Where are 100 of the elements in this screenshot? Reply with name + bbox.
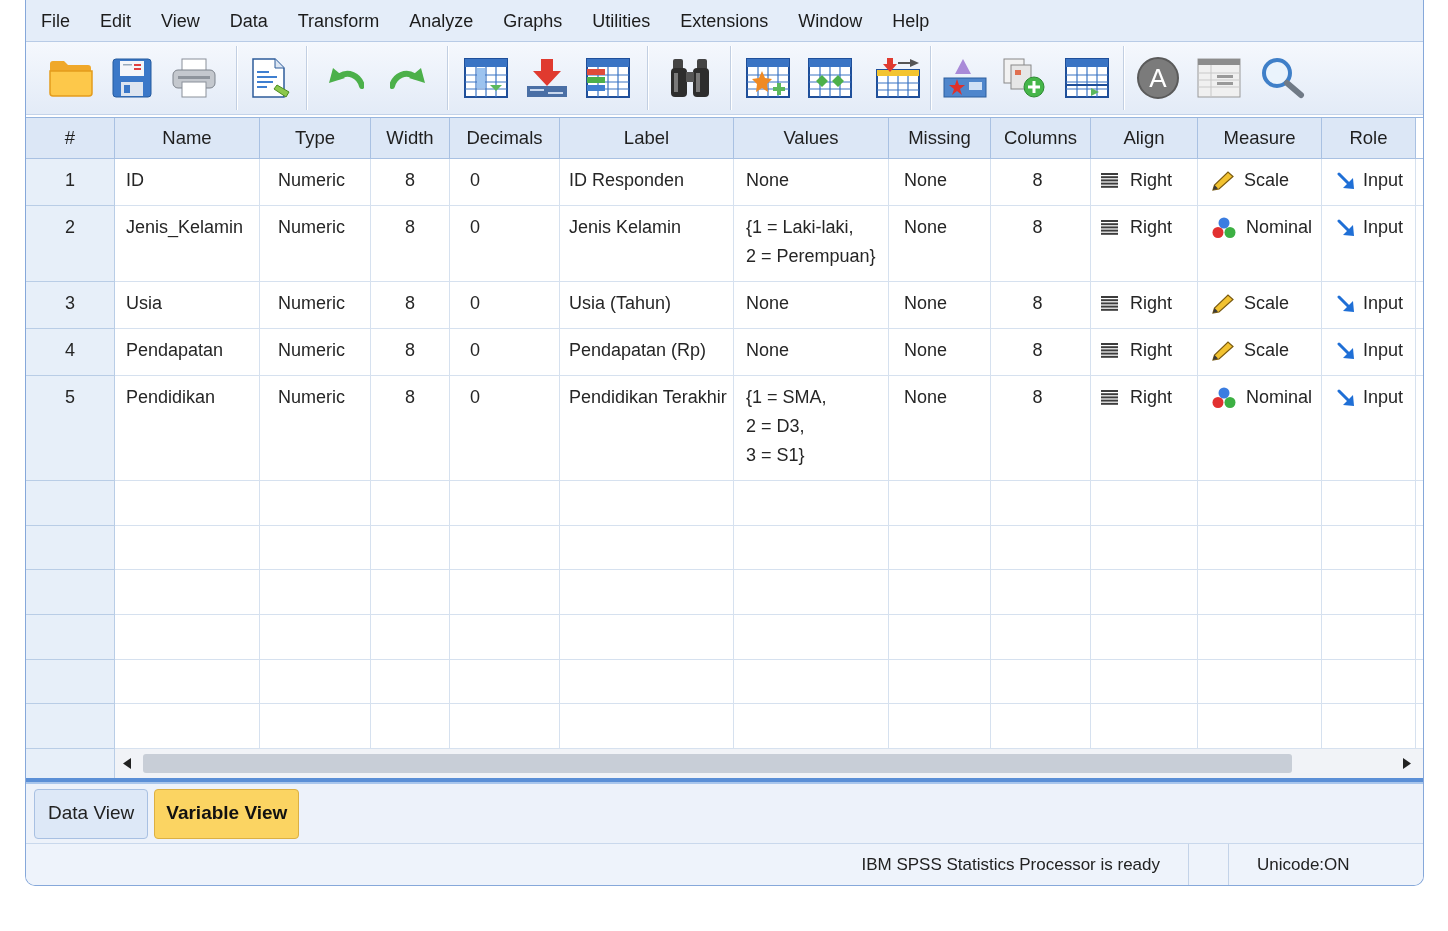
- table-cell: None: [889, 282, 991, 329]
- document-pencil-icon[interactable]: [250, 58, 290, 98]
- row-header[interactable]: 2: [26, 206, 115, 282]
- table-cell: Numeric: [260, 206, 371, 282]
- menu-item[interactable]: Transform: [282, 5, 395, 36]
- left-arrow-icon[interactable]: [123, 758, 131, 769]
- column-header: Align: [1091, 118, 1198, 159]
- colored-balls-icon: [1212, 217, 1236, 239]
- colored-rows-table-icon[interactable]: [586, 58, 630, 98]
- measure-label: Nominal: [1246, 216, 1313, 239]
- undo-icon[interactable]: [328, 66, 364, 90]
- table-cell: Usia (Tahun): [560, 282, 734, 329]
- table-cell: Numeric: [260, 159, 371, 206]
- sheet-tab[interactable]: Variable View: [154, 788, 300, 839]
- column-header: #: [26, 118, 115, 159]
- encoding-status: Unicode:ON: [1257, 853, 1350, 876]
- column-header: Label: [560, 118, 734, 159]
- row-header[interactable]: 5: [26, 376, 115, 481]
- role-label: Input: [1363, 339, 1404, 362]
- measure-label: Scale: [1244, 169, 1290, 192]
- circle-letter-button[interactable]: A: [1137, 57, 1179, 99]
- table-cell: Numeric: [260, 282, 371, 329]
- column-header: Columns: [991, 118, 1091, 159]
- row-header[interactable]: 4: [26, 329, 115, 376]
- table-cell: 0: [450, 282, 560, 329]
- arrow-icon: [1337, 342, 1355, 360]
- table-cell: Jenis Kelamin: [560, 206, 734, 282]
- row-header[interactable]: 1: [26, 159, 115, 206]
- table-insert-icon[interactable]: [876, 58, 920, 98]
- table-cell: 8: [371, 282, 450, 329]
- search-icon[interactable]: [1261, 57, 1305, 99]
- menu-item[interactable]: Graphs: [488, 5, 578, 36]
- menu-item[interactable]: File: [26, 5, 85, 36]
- align-label: Right: [1130, 216, 1173, 239]
- table-cell: 0: [450, 376, 560, 481]
- column-header: Type: [260, 118, 371, 159]
- align-right-icon: [1101, 390, 1118, 405]
- table-cell: 0: [450, 206, 560, 282]
- pencil-icon: [1212, 341, 1234, 361]
- table-cell: 0: [450, 329, 560, 376]
- measure-label: Scale: [1244, 339, 1290, 362]
- menu-item[interactable]: Utilities: [577, 5, 666, 36]
- table-cell: None: [889, 376, 991, 481]
- printer-icon[interactable]: [172, 58, 216, 98]
- table-list-icon[interactable]: [1197, 58, 1241, 98]
- table-grid-icon[interactable]: [464, 58, 508, 98]
- folder-icon[interactable]: [49, 59, 93, 97]
- table-cell: None: [889, 206, 991, 282]
- table-cell: 8: [991, 329, 1091, 376]
- role-label: Input: [1363, 169, 1404, 192]
- download-arrow-icon[interactable]: [525, 58, 569, 98]
- align-right-icon: [1101, 343, 1118, 358]
- pencil-icon: [1212, 171, 1234, 191]
- documents-plus-icon[interactable]: [1002, 58, 1046, 98]
- menu-item[interactable]: Edit: [85, 5, 147, 36]
- arrow-icon: [1337, 172, 1355, 190]
- binoculars-icon[interactable]: [670, 58, 710, 98]
- table-cell: 8: [371, 206, 450, 282]
- measure-label: Nominal: [1246, 386, 1313, 409]
- align-label: Right: [1130, 386, 1173, 409]
- pencil-icon: [1212, 294, 1234, 314]
- column-header: Role: [1322, 118, 1416, 159]
- row-header[interactable]: 3: [26, 282, 115, 329]
- table-grid-icon[interactable]: [808, 58, 852, 98]
- role-label: Input: [1363, 386, 1404, 409]
- role-label: Input: [1363, 292, 1404, 315]
- right-arrow-icon[interactable]: [1403, 758, 1411, 769]
- table-cell: Pendidikan: [115, 376, 260, 481]
- menu-item[interactable]: Data: [214, 5, 283, 36]
- table-cell: Numeric: [260, 329, 371, 376]
- table-cell: {1 = SMA, 2 = D3, 3 = S1}: [734, 376, 889, 481]
- table-cell: None: [734, 159, 889, 206]
- align-right-icon: [1101, 220, 1118, 235]
- column-header: Decimals: [450, 118, 560, 159]
- table-cell: 8: [371, 329, 450, 376]
- column-header: Name: [115, 118, 260, 159]
- table-cell: 8: [991, 282, 1091, 329]
- table-cell: None: [734, 329, 889, 376]
- sheet-tab[interactable]: Data View: [34, 788, 149, 839]
- scrollbar-thumb[interactable]: [143, 754, 1292, 773]
- menu-item[interactable]: Window: [783, 5, 878, 36]
- table-cell: None: [734, 282, 889, 329]
- column-header: Values: [734, 118, 889, 159]
- colored-balls-icon: [1212, 387, 1236, 409]
- menu-item[interactable]: Help: [877, 5, 945, 36]
- table-grid-icon[interactable]: [1065, 58, 1109, 98]
- column-header: Missing: [889, 118, 991, 159]
- table-cell: Usia: [115, 282, 260, 329]
- horizontal-scrollbar[interactable]: [115, 749, 1423, 778]
- table-cell: Pendapatan: [115, 329, 260, 376]
- align-label: Right: [1130, 169, 1173, 192]
- redo-icon[interactable]: [390, 66, 426, 90]
- shapes-picture-icon[interactable]: [943, 58, 987, 98]
- table-grid-icon[interactable]: [746, 58, 790, 98]
- menu-item[interactable]: Extensions: [665, 5, 784, 36]
- menu-item[interactable]: View: [146, 5, 215, 36]
- table-cell: ID: [115, 159, 260, 206]
- table-cell: Jenis_Kelamin: [115, 206, 260, 282]
- menu-item[interactable]: Analyze: [394, 5, 489, 36]
- align-label: Right: [1130, 292, 1173, 315]
